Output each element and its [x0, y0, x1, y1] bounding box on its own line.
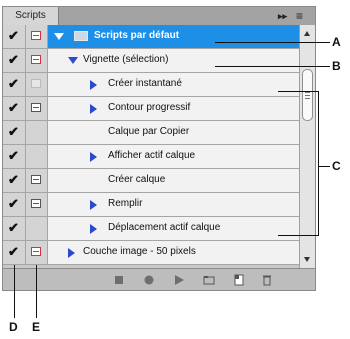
command-row[interactable]: ✔ Contour progressif: [3, 97, 299, 121]
callout-line-a: [215, 42, 330, 43]
command-label: Déplacement actif calque: [108, 222, 221, 233]
toggle-checkmark-icon[interactable]: ✔: [8, 221, 20, 234]
tab-scripts[interactable]: Scripts: [3, 7, 59, 25]
command-row[interactable]: ✔ Déplacement actif calque: [3, 217, 299, 241]
command-label: Contour progressif: [108, 102, 191, 113]
expand-triangle-icon[interactable]: [68, 248, 75, 258]
dialog-toggle-icon[interactable]: [31, 79, 41, 88]
action-label: Vignette (sélection): [83, 54, 169, 65]
dialog-toggle-icon[interactable]: [31, 103, 41, 112]
callout-label-b: B: [332, 59, 341, 73]
scroll-up-icon[interactable]: [304, 31, 310, 36]
callout-label-d: D: [9, 320, 18, 334]
command-label: Remplir: [108, 198, 143, 209]
new-set-folder-icon[interactable]: [203, 274, 215, 286]
scroll-down-icon[interactable]: [304, 257, 310, 262]
actions-list: ✔ Scripts par défaut ✔ Vignette (sélecti…: [3, 25, 299, 268]
toggle-checkmark-icon[interactable]: ✔: [8, 29, 20, 42]
expand-triangle-icon[interactable]: [90, 104, 97, 114]
new-action-icon[interactable]: [233, 274, 245, 286]
callout-label-a: A: [332, 35, 341, 49]
toggle-checkmark-icon[interactable]: ✔: [8, 173, 20, 186]
actions-toolbar: [3, 268, 315, 290]
actions-panel: Scripts ▸▸ ≡ ✔ Scripts par défaut ✔ Vign…: [2, 6, 316, 291]
expand-triangle-icon[interactable]: [90, 152, 97, 162]
folder-icon: [74, 31, 88, 41]
callout-line-c: [318, 166, 330, 167]
toggle-checkmark-icon[interactable]: ✔: [8, 149, 20, 162]
scrollbar-thumb[interactable]: [302, 69, 313, 121]
toggle-checkmark-icon[interactable]: ✔: [8, 53, 20, 66]
command-row[interactable]: ✔ Calque par Copier: [3, 121, 299, 145]
callout-line-b: [215, 66, 330, 67]
callout-label-c: C: [332, 159, 341, 173]
command-row[interactable]: ✔ Remplir: [3, 193, 299, 217]
command-row[interactable]: ✔ Créer calque: [3, 169, 299, 193]
action-row[interactable]: ✔ Couche image - 50 pixels: [3, 241, 299, 265]
panel-tab-bar: Scripts ▸▸ ≡: [3, 7, 315, 26]
callout-label-e: E: [32, 320, 41, 334]
command-label: Créer calque: [108, 174, 166, 185]
toggle-checkmark-icon[interactable]: ✔: [8, 101, 20, 114]
expand-triangle-icon[interactable]: [90, 200, 97, 210]
command-row[interactable]: ✔ Créer instantané: [3, 73, 299, 97]
action-set-label: Scripts par défaut: [94, 30, 180, 41]
dialog-toggle-icon[interactable]: [31, 199, 41, 208]
dialog-toggle-icon[interactable]: [31, 55, 41, 64]
toggle-checkmark-icon[interactable]: ✔: [8, 77, 20, 90]
callout-line-e: [36, 265, 37, 318]
vertical-scrollbar[interactable]: [299, 25, 315, 268]
toggle-checkmark-icon[interactable]: ✔: [8, 245, 20, 258]
expand-triangle-icon[interactable]: [90, 80, 97, 90]
dialog-toggle-icon[interactable]: [31, 247, 41, 256]
expand-triangle-icon[interactable]: [90, 224, 97, 234]
expand-triangle-icon[interactable]: [68, 57, 78, 64]
record-icon[interactable]: [143, 274, 155, 286]
stop-icon[interactable]: [113, 274, 125, 286]
panel-collapse-icon[interactable]: ▸▸: [278, 9, 287, 23]
command-row[interactable]: ✔ Afficher actif calque: [3, 145, 299, 169]
trash-icon[interactable]: [261, 274, 273, 286]
callout-line-c-top: [278, 91, 318, 92]
command-label: Créer instantané: [108, 78, 182, 89]
dialog-toggle-icon[interactable]: [31, 175, 41, 184]
command-label: Calque par Copier: [108, 126, 190, 137]
command-label: Afficher actif calque: [108, 150, 196, 161]
expand-triangle-icon[interactable]: [54, 33, 64, 40]
callout-bracket-c: [318, 91, 319, 236]
toggle-checkmark-icon[interactable]: ✔: [8, 125, 20, 138]
dialog-toggle-icon[interactable]: [31, 31, 41, 40]
play-icon[interactable]: [173, 274, 185, 286]
grip-icon: [305, 92, 310, 99]
action-label: Couche image - 50 pixels: [83, 246, 196, 257]
action-set-row[interactable]: ✔ Scripts par défaut: [3, 25, 299, 49]
action-row[interactable]: ✔ Vignette (sélection): [3, 49, 299, 73]
panel-menu-icon[interactable]: ≡: [296, 9, 303, 23]
toggle-checkmark-icon[interactable]: ✔: [8, 197, 20, 210]
callout-line-d: [14, 265, 15, 318]
callout-line-c-bottom: [278, 235, 318, 236]
